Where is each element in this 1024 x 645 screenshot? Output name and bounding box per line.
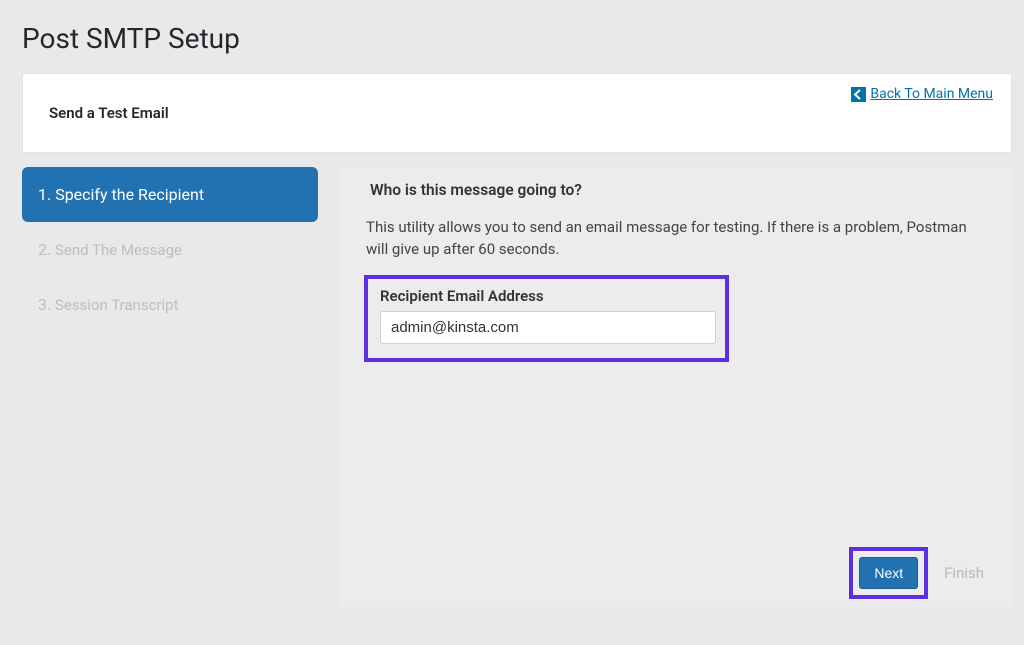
content-panel: Who is this message going to? This utili… bbox=[342, 167, 1012, 607]
recipient-email-label: Recipient Email Address bbox=[380, 287, 713, 311]
content-question: Who is this message going to? bbox=[364, 179, 990, 217]
header-card: Back To Main Menu Send a Test Email bbox=[22, 73, 1012, 153]
back-to-main-link[interactable]: Back To Main Menu bbox=[851, 86, 993, 102]
step-label: Specify the Recipient bbox=[55, 185, 204, 204]
step-number: 1. bbox=[38, 185, 51, 204]
back-link-label: Back To Main Menu bbox=[870, 86, 993, 102]
step-session-transcript[interactable]: 3. Session Transcript bbox=[22, 277, 318, 332]
recipient-highlight-box: Recipient Email Address bbox=[364, 275, 729, 362]
step-label: Session Transcript bbox=[55, 296, 179, 314]
back-arrow-icon bbox=[851, 87, 866, 102]
steps-sidebar: 1. Specify the Recipient 2. Send The Mes… bbox=[22, 167, 318, 607]
finish-button: Finish bbox=[944, 564, 994, 582]
step-label: Send The Message bbox=[55, 241, 182, 259]
step-number: 3. bbox=[38, 295, 51, 314]
page-title: Post SMTP Setup bbox=[0, 0, 1024, 73]
next-button-highlight: Next bbox=[849, 547, 928, 599]
step-specify-recipient[interactable]: 1. Specify the Recipient bbox=[22, 167, 318, 222]
wizard-footer-buttons: Next Finish bbox=[849, 547, 994, 599]
content-description: This utility allows you to send an email… bbox=[364, 217, 990, 275]
step-send-message[interactable]: 2. Send The Message bbox=[22, 222, 318, 277]
recipient-email-input[interactable] bbox=[380, 311, 716, 344]
next-button[interactable]: Next bbox=[859, 557, 918, 589]
wizard-container: 1. Specify the Recipient 2. Send The Mes… bbox=[22, 167, 1012, 607]
step-number: 2. bbox=[38, 240, 51, 259]
